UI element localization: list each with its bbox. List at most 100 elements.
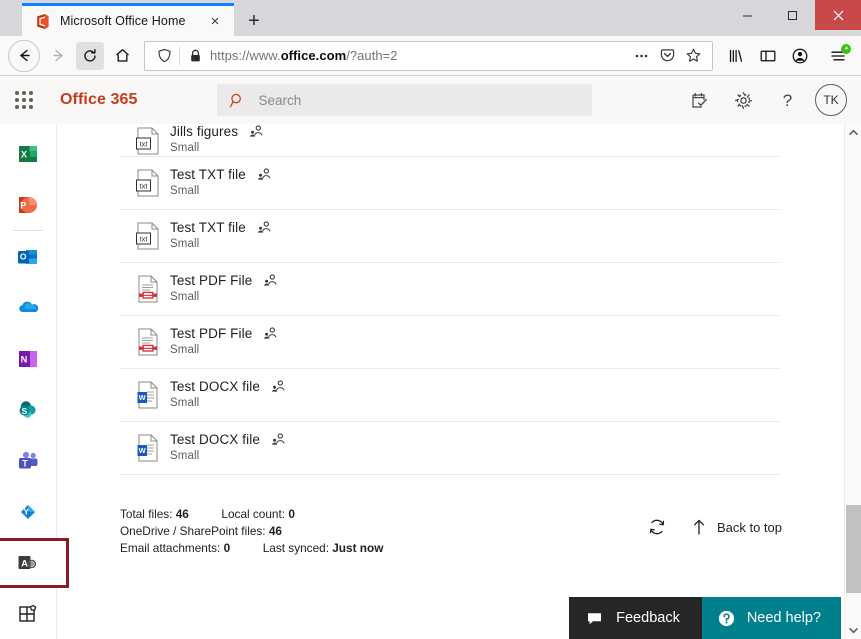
list-item-title-line: Test PDF File: [170, 326, 278, 341]
sidebar-item-excel[interactable]: X: [0, 128, 57, 179]
need-help-label: Need help?: [746, 610, 821, 626]
menu-icon[interactable]: [823, 41, 853, 71]
home-icon[interactable]: [106, 40, 138, 72]
pdf-file-icon: [126, 327, 170, 357]
file-name: Test TXT file: [170, 167, 246, 182]
total-files-label: Total files:: [120, 507, 173, 521]
file-size: Small: [170, 450, 200, 462]
notes-check-icon[interactable]: [677, 78, 721, 122]
sidebar-item-teams[interactable]: T: [0, 436, 57, 487]
feedback-label: Feedback: [616, 610, 680, 626]
file-size: Small: [170, 185, 200, 197]
shield-icon[interactable]: [151, 48, 177, 63]
file-size: Small: [170, 344, 200, 356]
list-item[interactable]: Test PDF File Small: [120, 263, 780, 316]
list-item-meta: Test PDF File Small: [170, 326, 278, 358]
search-icon: [229, 92, 246, 109]
svg-text:N: N: [21, 354, 28, 364]
window-close-icon[interactable]: [815, 0, 861, 30]
window-controls: [725, 0, 861, 30]
list-item-title-line: Jills figures: [170, 124, 264, 139]
scrollbar-thumb[interactable]: [845, 505, 861, 593]
file-name: Jills figures: [170, 124, 239, 139]
browser-toolbar-icons: [719, 41, 853, 71]
shared-people-icon: [257, 167, 272, 182]
comment-icon: [587, 611, 604, 626]
last-synced-value: Just now: [332, 541, 384, 555]
close-icon[interactable]: ×: [204, 10, 226, 32]
total-files-value: 46: [175, 507, 189, 521]
pocket-icon[interactable]: [654, 47, 680, 64]
list-item[interactable]: txt Test TXT file Small: [120, 157, 780, 210]
library-icon[interactable]: [721, 41, 751, 71]
page-scrollbar[interactable]: [844, 124, 861, 639]
list-item-title-line: Test PDF File: [170, 273, 278, 288]
bottom-action-bar: Feedback Need help?: [569, 597, 841, 639]
page-actions-ellipsis-icon[interactable]: [628, 47, 654, 64]
refresh-icon[interactable]: [642, 512, 672, 542]
scroll-down-arrow-icon[interactable]: [845, 622, 861, 639]
sidebar-item-powerpoint[interactable]: P: [0, 179, 57, 230]
need-help-button[interactable]: Need help?: [701, 597, 841, 639]
sidebar-icon[interactable]: [753, 41, 783, 71]
sidebar-item-yammer[interactable]: Y: [0, 487, 57, 538]
minimize-icon[interactable]: [725, 0, 770, 30]
list-item[interactable]: W Test DOCX file Small: [120, 369, 780, 422]
office365-header: Office 365 Search ? TK: [0, 76, 861, 124]
arrow-up-icon: [692, 518, 706, 536]
feedback-button[interactable]: Feedback: [569, 597, 702, 639]
file-name: Test PDF File: [170, 273, 253, 288]
brand-title[interactable]: Office 365: [60, 91, 137, 109]
list-item-meta: Test DOCX file Small: [170, 379, 286, 411]
stats-line-2: OneDrive / SharePoint files: 46: [120, 523, 383, 540]
reload-button[interactable]: [76, 41, 104, 70]
browser-tab[interactable]: Microsoft Office Home ×: [22, 3, 234, 36]
app-launcher-waffle-icon[interactable]: [0, 76, 48, 124]
bookmark-star-icon[interactable]: [680, 47, 706, 64]
back-button[interactable]: [8, 39, 40, 72]
list-item[interactable]: txt Jills figures Small: [120, 124, 780, 157]
file-size: Small: [170, 238, 200, 250]
tab-title: Microsoft Office Home: [60, 14, 186, 28]
list-item-meta: Test PDF File Small: [170, 273, 278, 305]
help-icon[interactable]: ?: [765, 78, 809, 122]
txt-file-icon: txt: [126, 126, 170, 156]
scroll-up-arrow-icon[interactable]: [845, 124, 861, 141]
sidebar-item-all-apps[interactable]: [0, 588, 57, 639]
search-placeholder: Search: [258, 92, 302, 108]
file-list: txt Jills figures Small txt Test TXT fil…: [120, 124, 780, 475]
sidebar-item-onedrive[interactable]: [0, 282, 57, 333]
last-synced-label: Last synced:: [262, 541, 329, 555]
sidebar-item-sharepoint[interactable]: S: [0, 384, 57, 435]
avatar[interactable]: TK: [815, 84, 847, 116]
file-name: Test TXT file: [170, 220, 246, 235]
file-name: Test DOCX file: [170, 432, 260, 447]
list-item[interactable]: W Test DOCX file Small: [120, 422, 780, 475]
onedrive-files-label: OneDrive / SharePoint files:: [120, 524, 266, 538]
list-item-meta: Jills figures Small: [170, 124, 264, 156]
account-icon[interactable]: [785, 41, 815, 71]
page-viewport: Office 365 Search ? TK X P O N S T Y A t…: [0, 76, 861, 639]
local-count-label: Local count:: [221, 507, 286, 521]
list-item[interactable]: Test PDF File Small: [120, 316, 780, 369]
file-name: Test DOCX file: [170, 379, 260, 394]
back-to-top-button[interactable]: Back to top: [692, 518, 782, 536]
sidebar-item-outlook[interactable]: O: [0, 231, 57, 282]
list-item[interactable]: txt Test TXT file Small: [120, 210, 780, 263]
list-item-meta: Test TXT file Small: [170, 167, 272, 199]
sidebar-item-admin[interactable]: A: [0, 537, 69, 588]
url-bar[interactable]: https://www.office.com/?auth=2: [144, 40, 713, 71]
new-tab-button[interactable]: +: [237, 6, 271, 36]
search-input[interactable]: Search: [217, 84, 593, 116]
maximize-icon[interactable]: [770, 0, 815, 30]
file-size: Small: [170, 142, 200, 154]
sidebar-item-onenote[interactable]: N: [0, 333, 57, 384]
gear-icon[interactable]: [721, 78, 765, 122]
scrollbar-track[interactable]: [845, 141, 861, 622]
svg-text:W: W: [139, 393, 147, 402]
browser-window: Microsoft Office Home × + https://www.of…: [0, 0, 861, 639]
shared-people-icon: [263, 326, 278, 341]
shared-people-icon: [249, 124, 264, 139]
svg-text:A: A: [21, 558, 28, 569]
lock-icon[interactable]: [185, 49, 205, 63]
